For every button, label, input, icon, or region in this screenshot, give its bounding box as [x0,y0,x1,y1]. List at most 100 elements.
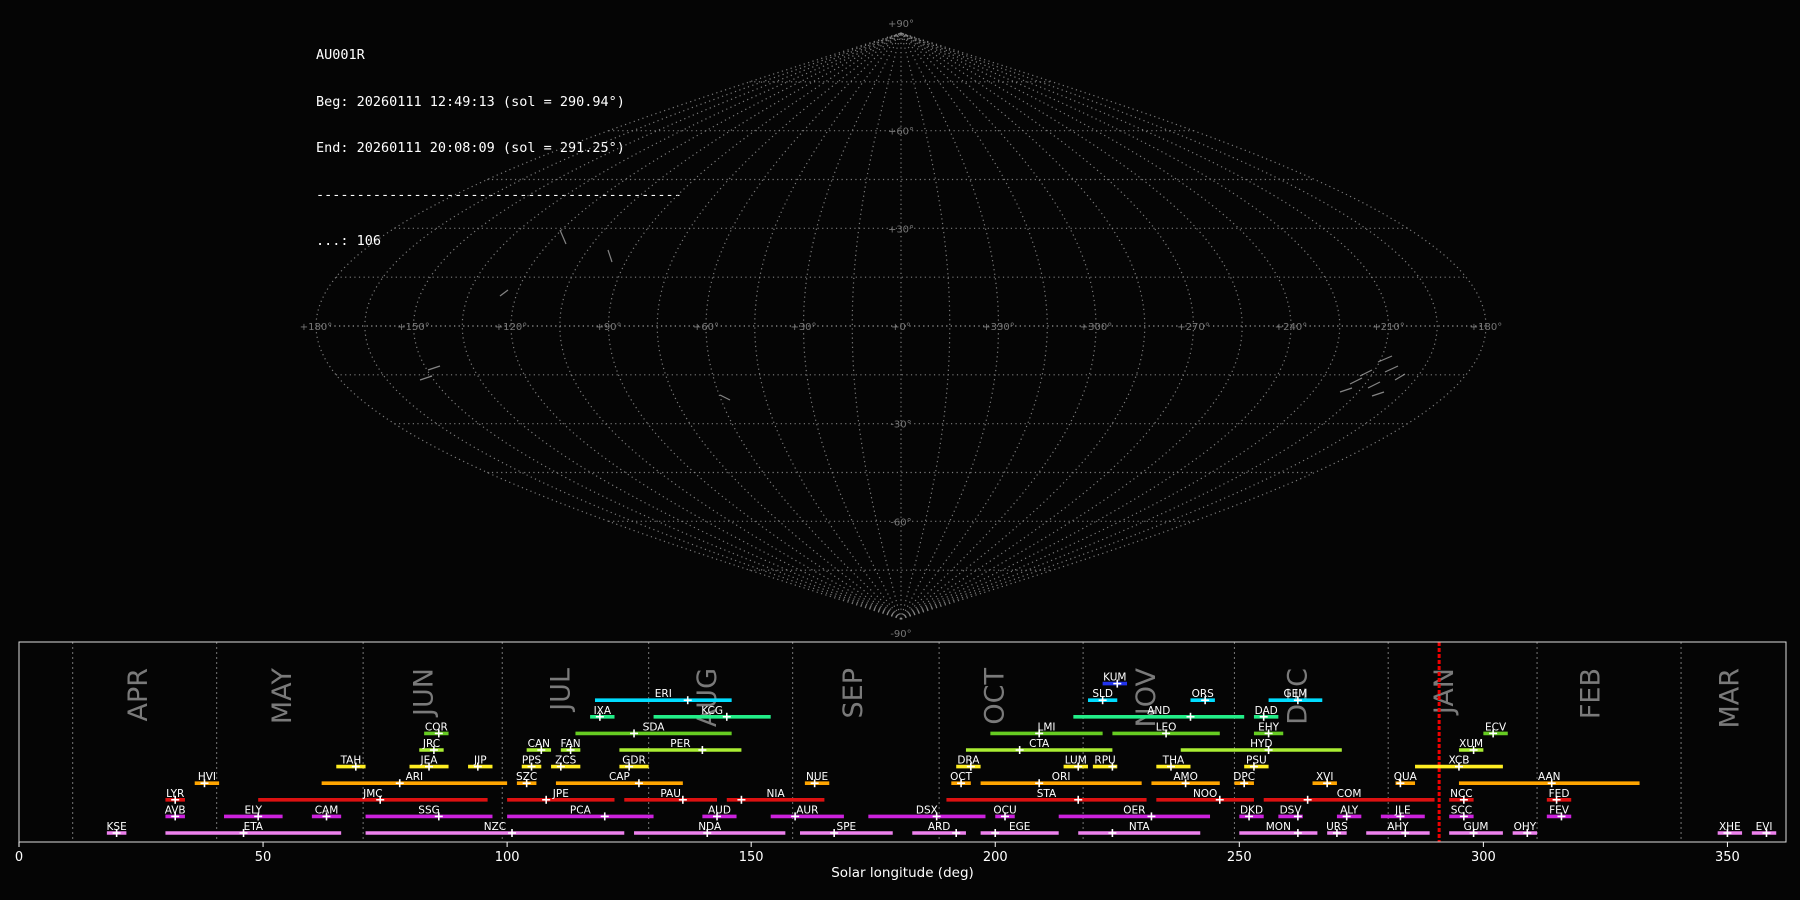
shower-code: DKD [1240,804,1263,816]
shower-dsx: DSX [868,804,986,821]
shower-code: AAN [1538,771,1561,783]
shower-code: CAP [609,771,630,783]
x-tick-label: 150 [739,850,764,865]
shower-code: RPU [1094,755,1115,767]
shower-code: NDA [698,821,722,833]
shower-code: ZCS [555,755,577,767]
shower-code: NCC [1450,788,1473,800]
shower-oct: OCT [950,771,973,788]
shower-code: NUE [806,771,828,783]
shower-code: OER [1123,804,1145,816]
shower-cta: CTA [965,738,1113,754]
shower-code: CTA [1029,738,1050,750]
shower-kum: KUM [1102,672,1128,688]
shower-code: IXA [594,705,612,717]
shower-psu: PSU [1244,755,1269,771]
shower-zcs: ZCS [551,755,581,771]
shower-ari: ARI [321,771,508,788]
x-tick-label: 50 [255,850,272,865]
shower-code: GEM [1284,688,1308,700]
shower-code: PSU [1246,755,1267,767]
shower-dra: DRA [956,755,981,771]
shower-code: ORS [1192,688,1215,700]
shower-code: EGE [1009,821,1030,833]
shower-code: JMC [362,788,383,800]
shower-cap: CAP [555,771,683,788]
shower-code: PAU [660,788,681,800]
shower-code: STA [1037,788,1057,800]
shower-code: LEO [1156,721,1177,733]
shower-code: QUA [1394,771,1418,783]
shower-lum: LUM [1063,755,1088,771]
shower-code: NIA [767,788,786,800]
shower-code: AND [1147,705,1170,717]
shower-code: JPE [552,788,569,800]
shower-code: EHY [1258,721,1280,733]
shower-amo: AMO [1151,771,1220,788]
shower-leo: LEO [1112,721,1220,738]
shower-code: SPE [837,821,857,833]
month-label: JUN [409,668,440,718]
shower-dpc: DPC [1233,771,1255,788]
shower-code: PER [670,738,690,750]
month-label: APR [123,668,154,722]
shower-ixa: IXA [590,705,615,721]
shower-dsv: DSV [1278,804,1303,821]
shower-fed: FED [1546,788,1572,804]
shower-code: JIP [473,755,487,767]
x-tick-label: 0 [15,850,23,865]
shower-code: LYR [166,788,184,800]
shower-nzc: NZC [365,821,625,837]
shower-code: FAN [561,738,581,750]
shower-hvi: HVI [194,771,220,788]
shower-per: PER [619,738,742,754]
shower-code: XCB [1448,755,1469,767]
shower-cor: COR [424,721,449,738]
shower-gem: GEM [1268,688,1323,705]
shower-ohy: OHY [1512,821,1538,837]
shower-fan: FAN [561,738,581,754]
shower-scc: SCC [1449,804,1474,821]
shower-aud: AUD [702,804,737,821]
shower-activity-chart: APR MAY JUN JUL AUG SEP OCT NOV DEC JAN FEB MARKSE E… [15,641,1787,881]
x-axis-label: Solar longitude (deg) [831,865,974,881]
shower-xcb: XCB [1415,755,1503,771]
shower-ely: ELY [224,804,283,821]
shower-code: URS [1326,821,1348,833]
shower-code: AUR [796,804,818,816]
shower-code: AUD [708,804,731,816]
shower-spe: SPE [799,821,893,837]
shower-code: NTA [1129,821,1150,833]
shower-code: DRA [957,755,980,767]
shower-ahy: AHY [1366,821,1430,837]
shower-code: ORI [1052,771,1071,783]
shower-code: OHY [1514,821,1537,833]
shower-nia: NIA [726,788,825,804]
shower-code: GDR [622,755,646,767]
shower-ori: ORI [980,771,1142,788]
shower-code: GUM [1464,821,1489,833]
shower-pau: PAU [624,788,718,804]
shower-code: CAN [528,738,550,750]
shower-code: MON [1266,821,1291,833]
shower-code: CAM [315,804,339,816]
shower-hyd: HYD [1180,738,1342,754]
shower-szc: SZC [516,771,537,788]
shower-sta: STA [946,788,1147,804]
shower-code: JEA [420,755,439,767]
shower-code: JRC [422,738,440,750]
shower-code: PCA [570,804,592,816]
shower-aan: AAN [1458,771,1640,788]
shower-code: DPC [1233,771,1255,783]
shower-xvi: XVI [1312,771,1337,788]
shower-aur: AUR [770,804,844,821]
shower-code: SDA [643,721,666,733]
shower-jrc: JRC [419,738,444,754]
shower-ehy: EHY [1253,721,1284,738]
shower-kse: KSE [107,821,127,837]
shower-code: ARI [406,771,424,783]
shower-dkd: DKD [1239,804,1264,821]
shower-code: HVI [198,771,216,783]
x-tick-label: 300 [1471,850,1496,865]
shower-code: COM [1337,788,1362,800]
